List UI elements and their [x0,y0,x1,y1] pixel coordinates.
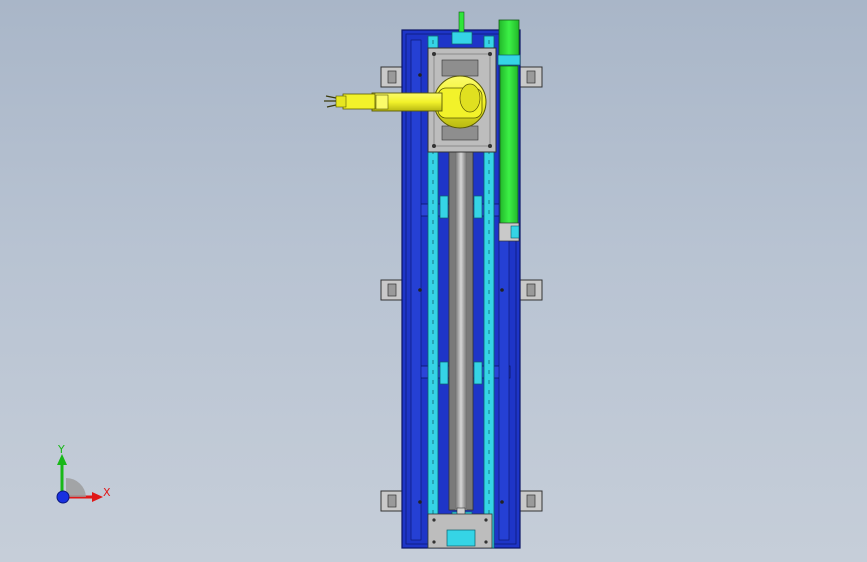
bracket-left-top[interactable] [380,66,404,88]
bracket-right-bottom[interactable] [519,490,543,512]
cad-model-view[interactable]: Y X [0,0,867,562]
bracket-right-mid[interactable] [519,279,543,301]
bracket-left-mid[interactable] [380,279,404,301]
triad-y-label: Y [57,443,65,456]
servo-motor[interactable] [497,19,521,242]
end-plate-bottom[interactable] [427,513,493,549]
coordinate-triad [56,454,103,504]
bracket-left-bottom[interactable] [380,490,404,512]
triad-z-axis [56,490,70,504]
bracket-right-top[interactable] [519,66,543,88]
triad-y-axis [57,454,67,497]
triad-x-label: X [103,486,111,499]
graphics-viewport[interactable]: Y X [0,0,867,562]
